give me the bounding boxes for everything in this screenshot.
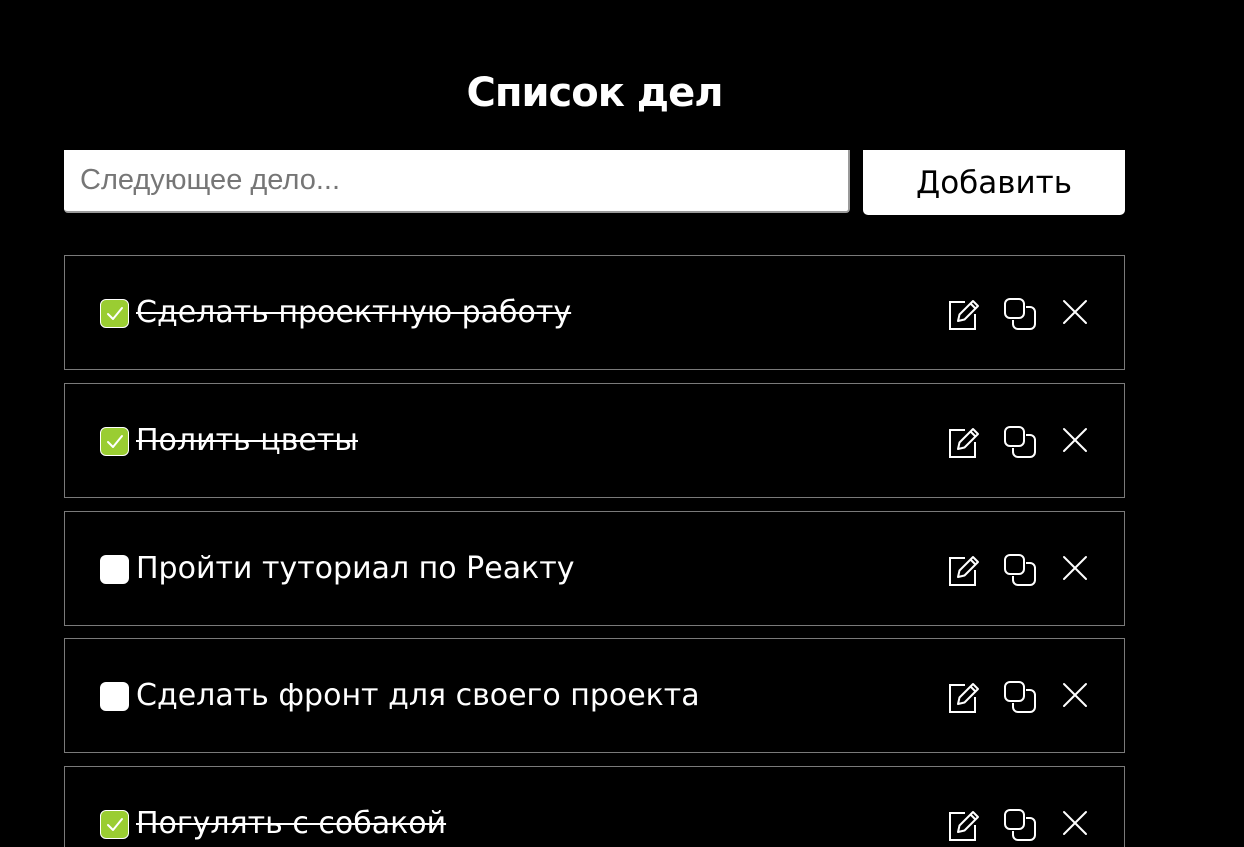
checkmark-icon xyxy=(107,307,123,320)
edit-icon[interactable] xyxy=(943,550,983,590)
task-item: Сделать проектную работу xyxy=(64,255,1125,370)
close-icon[interactable] xyxy=(1055,803,1095,843)
task-checkbox-checked[interactable] xyxy=(100,810,129,839)
task-item: Погулять с собакой xyxy=(64,766,1125,847)
task-text: Погулять с собакой xyxy=(136,806,447,841)
task-text: Полить цветы xyxy=(136,423,358,458)
new-task-input[interactable] xyxy=(64,150,850,213)
copy-icon[interactable] xyxy=(1000,422,1040,462)
task-checkbox-checked[interactable] xyxy=(100,427,129,456)
close-icon[interactable] xyxy=(1055,292,1095,332)
task-checkbox-checked[interactable] xyxy=(100,299,129,328)
close-icon[interactable] xyxy=(1055,420,1095,460)
close-icon[interactable] xyxy=(1055,548,1095,588)
page-title: Список дел xyxy=(466,70,723,116)
edit-icon[interactable] xyxy=(943,805,983,845)
task-text: Пройти туториал по Реакту xyxy=(136,551,575,586)
task-item: Полить цветы xyxy=(64,383,1125,498)
edit-icon[interactable] xyxy=(943,677,983,717)
copy-icon[interactable] xyxy=(1000,294,1040,334)
task-checkbox[interactable] xyxy=(100,555,129,584)
task-item: Пройти туториал по Реакту xyxy=(64,511,1125,626)
copy-icon[interactable] xyxy=(1000,550,1040,590)
copy-icon[interactable] xyxy=(1000,677,1040,717)
copy-icon[interactable] xyxy=(1000,805,1040,845)
checkmark-icon xyxy=(107,818,123,831)
task-text: Сделать фронт для своего проекта xyxy=(136,678,700,713)
close-icon[interactable] xyxy=(1055,675,1095,715)
task-text: Сделать проектную работу xyxy=(136,295,572,330)
task-checkbox[interactable] xyxy=(100,682,129,711)
task-item: Сделать фронт для своего проекта xyxy=(64,638,1125,753)
edit-icon[interactable] xyxy=(943,294,983,334)
edit-icon[interactable] xyxy=(943,422,983,462)
add-task-button[interactable]: Добавить xyxy=(863,150,1125,215)
checkmark-icon xyxy=(107,435,123,448)
